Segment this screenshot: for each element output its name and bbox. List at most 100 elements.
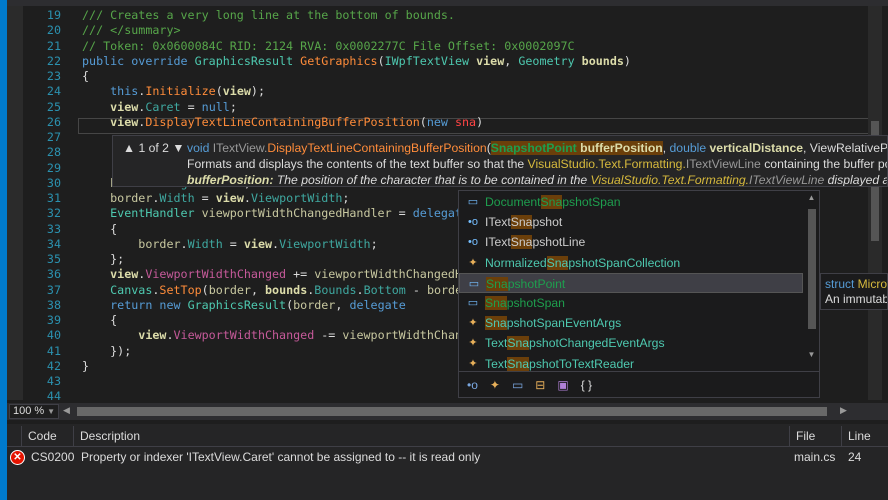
code-text: border.Width = view.ViewportWidth; <box>82 191 349 206</box>
completion-item-text: Normalized <box>485 255 547 270</box>
code-text: /// </summary> <box>82 23 181 38</box>
class-icon: ✦ <box>468 317 478 330</box>
scroll-down-icon[interactable]: ▼ <box>805 350 818 359</box>
enum-filter-icon[interactable]: ⊟ <box>535 378 545 392</box>
code-token: ) <box>476 114 484 129</box>
code-token: Bottom <box>363 282 406 297</box>
line-number: 30 <box>46 175 61 190</box>
param-type: ViewRelativePosition relativeTo) <box>809 141 888 155</box>
error-description: Property or indexer 'ITextView.Caret' ca… <box>81 450 481 464</box>
completion-item-text: Text <box>485 356 508 371</box>
line-number: 32 <box>46 206 61 221</box>
return-type: void <box>187 141 213 155</box>
struct-filter-icon[interactable]: ▭ <box>512 378 523 392</box>
code-token: border <box>82 191 153 205</box>
code-token: } <box>82 358 90 373</box>
column-header-file[interactable]: File <box>789 426 841 446</box>
code-token: view <box>82 114 139 129</box>
quickinfo-name: Microsoft.VisualStudio.Text.SnapshotPoin… <box>857 277 888 291</box>
namespace-filter-icon[interactable]: { } <box>581 378 592 392</box>
code-token: SetTop <box>159 282 202 297</box>
completion-item-text: Sna <box>485 296 507 310</box>
completion-item[interactable]: ✦ TextSnapshotChangedEventArgs <box>459 333 803 353</box>
code-token: new <box>426 114 455 129</box>
code-token: Width <box>187 236 223 251</box>
class-icon: ✦ <box>468 256 478 269</box>
code-text: }); <box>82 344 131 359</box>
code-token: ; <box>370 236 378 251</box>
line-number: 31 <box>46 191 61 205</box>
line-number: 43 <box>46 374 61 388</box>
code-token: delegate <box>349 297 406 312</box>
overload-navigator[interactable]: ▲ 1 of 2 ▼ <box>123 140 187 156</box>
code-text: } <box>82 359 89 374</box>
code-token: ViewportWidthChanged <box>145 267 287 282</box>
param-type: SnapshotPoint <box>490 141 577 155</box>
column-header-description[interactable]: Description <box>73 426 789 446</box>
signature-help-tooltip: ▲ 1 of 2 ▼ void ITextView.DisplayTextLine… <box>112 135 888 187</box>
line-number: 39 <box>46 313 61 327</box>
column-header-line[interactable]: Line <box>841 426 888 446</box>
editor-vertical-scrollbar[interactable] <box>868 6 882 400</box>
completion-scrollbar[interactable]: ▲ ▼ <box>805 193 818 359</box>
completion-item-text: Sna <box>510 215 533 230</box>
code-token: ; <box>229 99 237 114</box>
error-icon: ✕ <box>10 450 25 465</box>
summary-text: Formats and displays the contents of the… <box>187 157 528 171</box>
zoom-level: 100 % <box>13 405 45 417</box>
line-number: 24 <box>46 84 61 99</box>
horizontal-scroll-thumb[interactable] <box>77 407 827 416</box>
completion-item-text: pshot <box>532 215 563 230</box>
completion-item-text: pshotSpan <box>506 296 565 310</box>
code-text: view.Caret = null; <box>82 100 237 115</box>
completion-list[interactable]: ▭ DocumentSnapshotSpan •o ITextSnapshot •o IT… <box>458 190 820 398</box>
code-token: }); <box>82 343 132 358</box>
code-text: { <box>82 222 117 237</box>
code-text: public override GraphicsResult GetGraphi… <box>82 54 631 69</box>
scroll-right-icon[interactable]: ▶ <box>840 405 847 416</box>
quickinfo-description: An immutable text position <box>825 292 887 306</box>
code-token: // Token: 0x0600084C RID: 2124 RVA: 0x00… <box>82 38 575 53</box>
scroll-left-icon[interactable]: ◀ <box>63 405 70 416</box>
code-token: { <box>82 69 90 83</box>
interface-filter-icon[interactable]: •o <box>467 378 478 392</box>
scroll-up-icon[interactable]: ▲ <box>805 193 818 202</box>
code-text: view.ViewportWidthChanged += viewportWid… <box>82 267 511 282</box>
code-token: Initialize <box>145 84 216 99</box>
line-number: 23 <box>46 69 61 83</box>
completion-item[interactable]: ▭ SnapshotSpan <box>459 293 803 313</box>
param-doc-name: bufferPosition: <box>187 173 274 187</box>
code-token: { <box>82 221 118 236</box>
code-token: view <box>82 99 139 114</box>
completion-item[interactable]: •o ITextSnapshotLine <box>459 232 803 252</box>
error-code: CS0200 <box>31 450 75 464</box>
code-text: // Token: 0x0600084C RID: 2124 RVA: 0x00… <box>82 39 575 54</box>
param-doc-text: displayed at the specified position <box>827 173 887 187</box>
module-filter-icon[interactable]: ▣ <box>557 378 568 392</box>
zoom-dropdown[interactable]: 100 % ▼ <box>9 404 59 419</box>
code-text: /// Creates a very long line at the bott… <box>82 8 455 23</box>
code-token: = <box>391 206 413 221</box>
code-token: view <box>215 191 244 205</box>
code-token: ViewportWidth <box>250 191 343 205</box>
error-line: 24 <box>848 450 862 464</box>
quickinfo-keyword: struct <box>825 277 858 291</box>
completion-item[interactable]: •o ITextSnapshot <box>459 212 803 232</box>
completion-item[interactable]: ✦ NormalizedSnapshotSpanCollection <box>459 253 803 273</box>
class-icon: ✦ <box>468 337 478 350</box>
summary-text: containing the buffer position is displa… <box>764 157 887 171</box>
code-token: Bounds <box>314 282 357 297</box>
code-token: ( <box>215 84 223 99</box>
code-text: Canvas.SetTop(border, bounds.Bounds.Bott… <box>82 283 469 298</box>
completion-item-text: pshotLine <box>532 235 586 250</box>
completion-item-text: pshotSpan <box>562 195 621 209</box>
code-token: - <box>405 282 427 297</box>
completion-item[interactable]: ✦ SnapshotSpanEventArgs <box>459 313 803 333</box>
code-token: border <box>208 282 251 297</box>
completion-item[interactable]: ▭ SnapshotPoint <box>459 272 803 293</box>
completion-item[interactable]: ▭ DocumentSnapshotSpan <box>459 192 803 212</box>
code-token: ( <box>419 114 427 129</box>
column-header-code[interactable]: Code <box>21 426 73 446</box>
completion-scroll-thumb[interactable] <box>808 209 816 329</box>
class-filter-icon[interactable]: ✦ <box>490 378 500 392</box>
